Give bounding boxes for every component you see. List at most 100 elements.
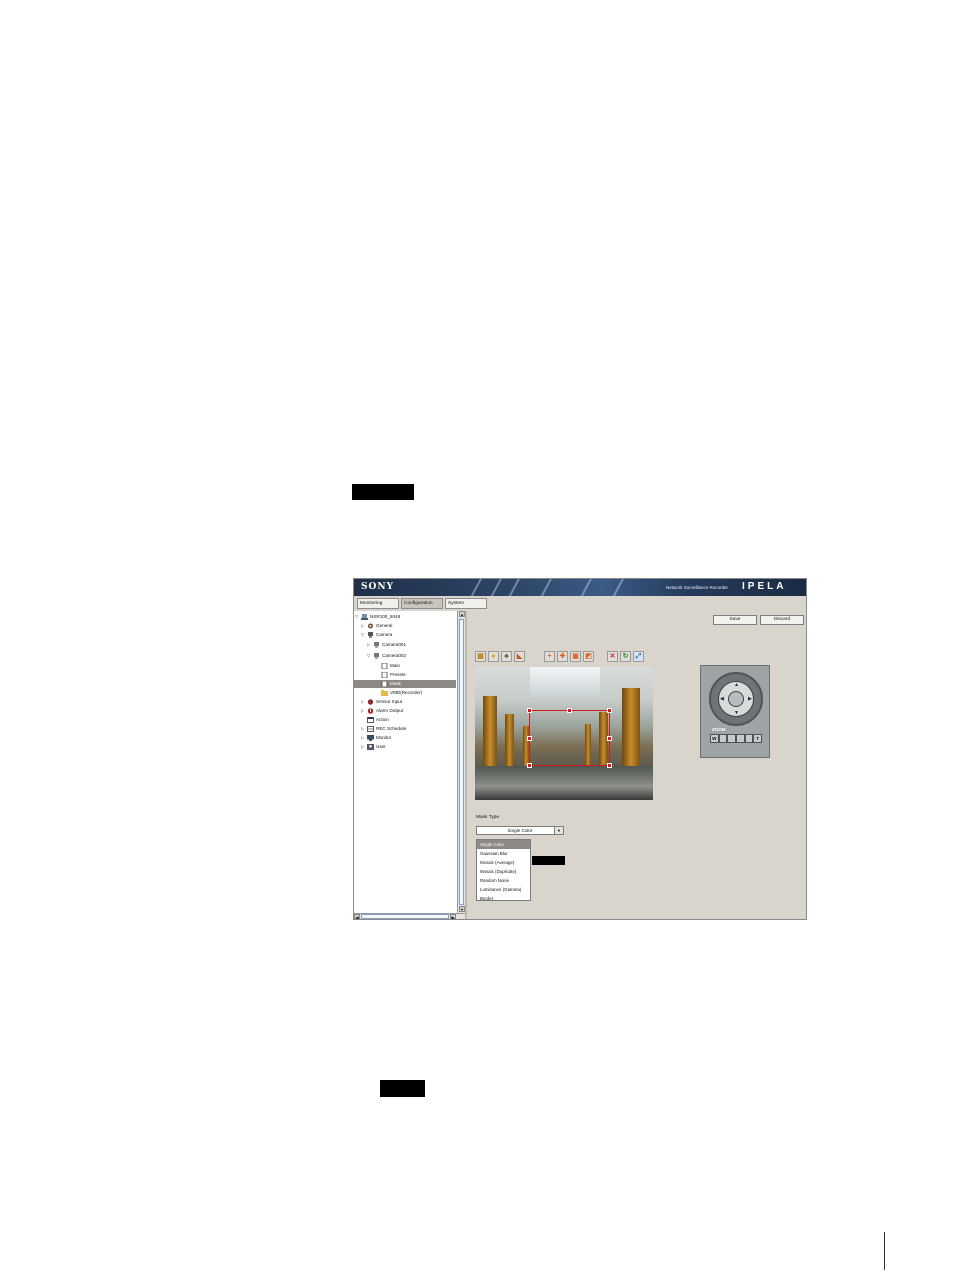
tree-item-label: Camera002	[382, 653, 407, 658]
mask-type-value: Single Color	[507, 828, 533, 833]
mask-handle[interactable]	[527, 708, 532, 713]
mask-handle[interactable]	[567, 708, 572, 713]
pan-right-icon[interactable]: ▶	[748, 696, 752, 702]
privacy-mask-region[interactable]	[527, 708, 612, 768]
tree-item-label: NSR100_5048	[370, 614, 401, 619]
scroll-right-icon[interactable]: ▶	[450, 914, 456, 919]
zoom-tele-button[interactable]: T	[753, 734, 763, 743]
palette-icon[interactable]: ♣	[501, 651, 512, 662]
tree-item-alarm-output[interactable]: ▷ Alarm Output	[361, 707, 403, 715]
tree-item-monitor[interactable]: ▷ Monitor	[361, 734, 391, 742]
mask-handle[interactable]	[607, 763, 612, 768]
tree-horizontal-scrollbar[interactable]: ◀ ▶	[354, 913, 465, 919]
tree-item-user[interactable]: ▷ User	[361, 743, 386, 751]
color-fill-icon[interactable]: ●	[488, 651, 499, 662]
server-icon	[361, 614, 368, 620]
redaction-block	[380, 1080, 425, 1097]
ptz-direction-pad[interactable]: ▲ ▼ ◀ ▶	[709, 672, 763, 726]
mask-action-toolbar: ✕ ↻ ⤢	[607, 651, 646, 663]
add-mask-icon[interactable]: +	[544, 651, 555, 662]
zoom-view-icon[interactable]: ⤢	[633, 651, 644, 662]
tree-item-camera[interactable]: ▽ Camera	[361, 631, 392, 639]
page-icon	[381, 681, 388, 687]
ipela-brand: IPELA	[742, 581, 787, 592]
gear-icon	[368, 623, 373, 629]
product-name: Network Surveillance Recorder	[666, 585, 729, 590]
mask-type-select[interactable]: Single Color ▼	[476, 826, 564, 835]
tree-item-action[interactable]: Action	[367, 716, 389, 724]
zoom-step[interactable]	[736, 734, 745, 743]
tree-item-label: Alarm Output	[376, 708, 404, 713]
mask-handle[interactable]	[527, 763, 532, 768]
tree-item-nsr100[interactable]: ▽ NSR100_5048	[355, 613, 400, 621]
pan-left-icon[interactable]: ◀	[720, 696, 724, 702]
tree-item-label: General	[376, 623, 393, 628]
zoom-step[interactable]	[718, 734, 728, 743]
ptz-home-button[interactable]	[728, 691, 744, 707]
tree-item-main[interactable]: Main	[381, 662, 400, 670]
tree-item-mask[interactable]: Mask	[354, 680, 456, 688]
mask-handle[interactable]	[607, 736, 612, 741]
tab-configuration[interactable]: Configuration	[401, 598, 443, 609]
user-icon	[367, 744, 374, 750]
mask-type-option[interactable]: Mosaic (Duplicate)	[477, 867, 530, 876]
tree-item-label: Mask	[390, 681, 401, 686]
tree-item-presets[interactable]: Presets	[381, 671, 406, 679]
main-tabs: Monitoring Configuration System	[357, 598, 489, 609]
tree-item-rec-schedule[interactable]: ▷ REC Schedule	[361, 725, 406, 733]
mask-type-option[interactable]: Random Noise	[477, 876, 530, 885]
mask-handle[interactable]	[527, 736, 532, 741]
redaction-block	[352, 484, 414, 500]
folder-icon	[381, 690, 388, 696]
tree-item-label: REC Schedule	[376, 726, 407, 731]
alarm-icon	[367, 708, 374, 714]
mask-type-option[interactable]: Border	[477, 894, 530, 903]
camera-icon	[368, 632, 373, 638]
tree-item-sensor-input[interactable]: ▷ Sensor Input	[361, 698, 402, 706]
edit-mask-icon[interactable]: ◩	[583, 651, 594, 662]
monitor-icon	[367, 735, 374, 741]
header-banner: SONY Network Surveillance Recorder IPELA	[354, 579, 806, 596]
pan-down-icon[interactable]: ▼	[734, 710, 739, 716]
scroll-thumb[interactable]	[459, 619, 464, 905]
refresh-icon[interactable]: ↻	[620, 651, 631, 662]
tree-item-camera002[interactable]: ▽ Camera002	[367, 652, 406, 660]
mask-type-option[interactable]: Mosaic (Average)	[477, 858, 530, 867]
mask-type-options: Single Color Gaussian Blur Mosaic (Avera…	[476, 839, 531, 901]
mask-toolbar: ▦ ● ♣ ◣	[475, 651, 527, 663]
zoom-wide-button[interactable]: W	[710, 734, 719, 743]
tree-item-general[interactable]: ▷ General	[361, 622, 392, 630]
scroll-left-icon[interactable]: ◀	[354, 914, 360, 919]
sensor-icon	[367, 699, 374, 705]
tree-item-label: Presets	[390, 672, 406, 677]
pan-up-icon[interactable]: ▲	[734, 682, 739, 688]
zoom-step[interactable]	[744, 734, 754, 743]
shape-icon[interactable]: ◣	[514, 651, 525, 662]
tree-item-label: VMD(Recorder)	[390, 690, 423, 695]
pane-splitter[interactable]	[465, 611, 467, 919]
tree-item-label: Camera	[376, 632, 393, 637]
tree-item-vmd-recorder[interactable]: VMD(Recorder)	[381, 689, 422, 697]
grid-select-icon[interactable]: ▦	[475, 651, 486, 662]
save-button[interactable]: Save	[713, 615, 757, 625]
mask-type-option[interactable]: Gaussian Blur	[477, 849, 530, 858]
tab-system[interactable]: System	[445, 598, 487, 609]
move-mask-icon[interactable]: ▣	[570, 651, 581, 662]
zoom-slider[interactable]: W T	[710, 734, 763, 743]
camera-preview[interactable]	[475, 667, 653, 800]
tab-monitoring[interactable]: Monitoring	[357, 598, 399, 609]
delete-icon[interactable]: ✕	[607, 651, 618, 662]
discard-button[interactable]: Discard	[760, 615, 804, 625]
sony-logo: SONY	[361, 582, 394, 592]
zoom-step[interactable]	[727, 734, 737, 743]
mask-type-option[interactable]: Luminance (Gamma)	[477, 885, 530, 894]
mask-type-option[interactable]: Single Color	[477, 840, 530, 849]
page-icon	[381, 663, 388, 669]
chevron-down-icon[interactable]: ▼	[554, 827, 563, 834]
tree-item-camera001[interactable]: ▷ Camera001	[367, 641, 406, 649]
add-mask-point-icon[interactable]: ✚	[557, 651, 568, 662]
page-margin-line	[884, 1232, 885, 1270]
zoom-label: ZOOM	[712, 727, 726, 732]
mask-handle[interactable]	[607, 708, 612, 713]
scroll-thumb[interactable]	[361, 914, 449, 919]
